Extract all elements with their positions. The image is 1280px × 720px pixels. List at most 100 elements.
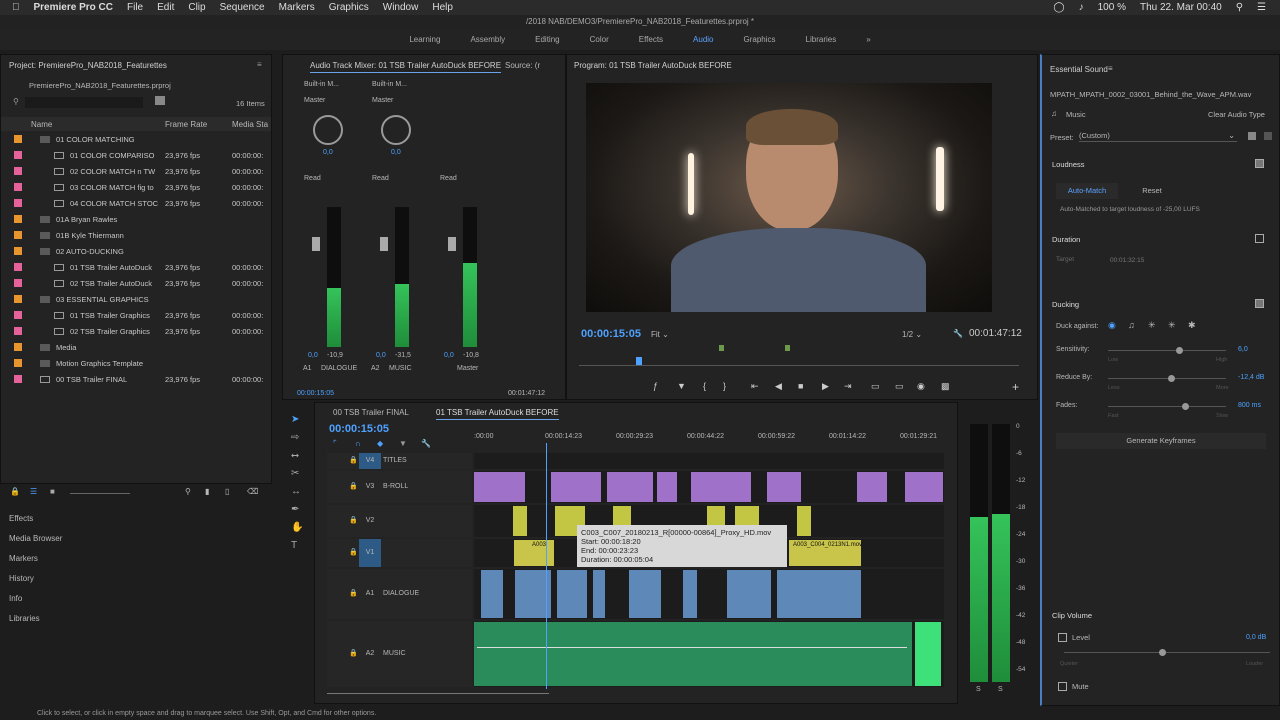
mute-checkbox[interactable] [1058, 682, 1067, 691]
pan-value[interactable]: 0,0 [391, 149, 401, 156]
program-title[interactable]: Program: 01 TSB Trailer AutoDuck BEFORE [574, 61, 732, 70]
dialogue-clip[interactable] [481, 570, 503, 618]
broll-clip[interactable] [551, 472, 601, 502]
marker-icon[interactable]: ▼ [677, 381, 686, 391]
fit-dropdown[interactable]: Fit ⌄ [651, 330, 669, 339]
fader-handle[interactable] [380, 237, 388, 251]
play-icon[interactable]: ▶ [822, 381, 829, 392]
zoom-slider[interactable] [70, 493, 130, 494]
workspace-graphics[interactable]: Graphics [744, 35, 776, 44]
project-item[interactable]: 01 TSB Trailer Graphics 23,976 fps 00:00:0… [1, 307, 271, 323]
program-scrub-bar[interactable] [579, 365, 1019, 366]
dialogue-icon[interactable]: ◉ [1108, 320, 1116, 331]
dialogue-clip[interactable] [557, 570, 587, 618]
resolution-dropdown[interactable]: 1/2 ⌄ [902, 330, 922, 339]
delete-preset-icon[interactable] [1264, 132, 1272, 140]
duration-checkbox[interactable] [1255, 234, 1264, 243]
pen-tool-icon[interactable]: ✒ [291, 504, 299, 515]
panel-markers[interactable]: Markers [9, 554, 38, 563]
solo-left-button[interactable]: S [976, 686, 981, 693]
wrench-icon[interactable]: 🔧 [421, 439, 431, 448]
dialogue-clip[interactable] [629, 570, 661, 618]
unassigned-icon[interactable]: ✱ [1188, 320, 1196, 331]
selection-tool-icon[interactable]: ➤ [291, 414, 299, 425]
sfx-icon[interactable]: ✳ [1148, 320, 1156, 331]
panel-menu-icon[interactable]: ≡ [1108, 64, 1113, 73]
level-slider[interactable] [1064, 652, 1270, 653]
pan-value[interactable]: 0,0 [323, 149, 333, 156]
automation-mode-dropdown[interactable]: Read [372, 175, 389, 182]
clear-audio-type-button[interactable]: Clear Audio Type [1208, 110, 1265, 119]
apple-icon[interactable]:  [12, 2, 20, 13]
track-id[interactable]: V3 [359, 471, 381, 503]
track-id[interactable]: V1 [359, 539, 381, 567]
generate-keyframes-button[interactable]: Generate Keyframes [1056, 433, 1266, 449]
panel-menu-icon[interactable]: ≡ [257, 60, 262, 69]
new-bin-icon[interactable]: ▮ [205, 487, 209, 496]
dialogue-clip[interactable] [727, 570, 771, 618]
project-item[interactable]: 01 COLOR MATCHING [1, 131, 271, 147]
duration-section[interactable]: Duration [1052, 235, 1080, 244]
lock-icon[interactable]: 🔒 [349, 548, 358, 556]
level-checkbox[interactable] [1058, 633, 1067, 642]
icon-view-icon[interactable]: ■ [50, 487, 55, 496]
broll-clip[interactable] [905, 472, 943, 502]
workspace-color[interactable]: Color [590, 35, 609, 44]
panel-media-browser[interactable]: Media Browser [9, 534, 62, 543]
menu-file[interactable]: File [127, 2, 143, 13]
program-playhead[interactable] [636, 357, 642, 365]
fades-slider[interactable] [1108, 406, 1226, 407]
preset-dropdown[interactable]: (Custom) ⌄ [1079, 131, 1237, 142]
snap-icon[interactable]: ⌜ [333, 439, 337, 448]
program-marker[interactable] [785, 345, 790, 351]
menu-help[interactable]: Help [432, 2, 453, 13]
reset-button[interactable]: Reset [1128, 183, 1176, 199]
project-item[interactable]: 02 TSB Trailer Graphics 23,976 fps 00:00:0… [1, 323, 271, 339]
ducking-checkbox[interactable] [1255, 299, 1264, 308]
workspace-learning[interactable]: Learning [409, 35, 440, 44]
music-icon[interactable]: ♫ [1128, 320, 1135, 330]
reduce-slider-handle[interactable] [1168, 375, 1175, 382]
pan-knob[interactable] [381, 115, 411, 145]
go-to-in-icon[interactable]: ⇤ [751, 381, 759, 392]
essential-sound-title[interactable]: Essential Sound [1050, 65, 1108, 74]
panel-effects[interactable]: Effects [9, 514, 33, 523]
razor-tool-icon[interactable]: ✂ [291, 468, 299, 479]
project-item[interactable]: 03 ESSENTIAL GRAPHICS [1, 291, 271, 307]
fader-handle[interactable] [312, 237, 320, 251]
timeline-tab-autoduck[interactable]: 01 TSB Trailer AutoDuck BEFORE [436, 408, 559, 420]
project-item[interactable]: 02 AUTO-DUCKING [1, 243, 271, 259]
solo-right-button[interactable]: S [998, 686, 1003, 693]
wifi-icon[interactable]: ◯ [1053, 2, 1064, 13]
project-item[interactable]: 00 TSB Trailer FINAL 23,976 fps 00:00:00: [1, 371, 271, 387]
project-item[interactable]: 02 COLOR MATCH n TW 23,976 fps 00:00:00: [1, 163, 271, 179]
level-value[interactable]: 0,0 dB [1246, 634, 1266, 641]
track-id[interactable]: A2 [359, 621, 381, 687]
fx-icon[interactable]: ƒ [653, 381, 658, 391]
export-frame-icon[interactable]: ◉ [917, 381, 925, 392]
linked-selection-icon[interactable]: ∩ [355, 439, 361, 448]
music-clip-end[interactable] [915, 622, 941, 686]
channel-input-dropdown[interactable]: Built-in M... [304, 81, 339, 88]
menu-list-icon[interactable]: ☰ [1257, 2, 1266, 13]
workspace-editing[interactable]: Editing [535, 35, 559, 44]
trash-icon[interactable]: ⌫ [247, 487, 258, 496]
lock-icon[interactable]: 🔒 [10, 487, 20, 496]
menu-clip[interactable]: Clip [188, 2, 205, 13]
channel-output-dropdown[interactable]: Master [304, 97, 325, 104]
column-media-start[interactable]: Media Sta [232, 120, 268, 129]
dialogue-clip[interactable] [593, 570, 605, 618]
add-marker-icon[interactable]: ◆ [377, 439, 383, 448]
menu-graphics[interactable]: Graphics [329, 2, 369, 13]
search-input[interactable] [25, 97, 143, 108]
comparison-icon[interactable]: ▩ [941, 381, 950, 392]
timeline-ruler[interactable]: :00:00 00:00:14:23 00:00:29:23 00:00:44:22 0… [474, 433, 944, 447]
type-tool-icon[interactable]: T [291, 540, 297, 551]
panel-history[interactable]: History [9, 574, 34, 583]
panel-info[interactable]: Info [9, 594, 22, 603]
project-item[interactable]: Media [1, 339, 271, 355]
source-tab[interactable]: Source: (r [505, 61, 540, 70]
timeline-playhead[interactable] [546, 443, 547, 689]
channel-volume[interactable]: 0,0 [444, 352, 454, 359]
battery-status[interactable]: 100 % [1098, 2, 1126, 13]
